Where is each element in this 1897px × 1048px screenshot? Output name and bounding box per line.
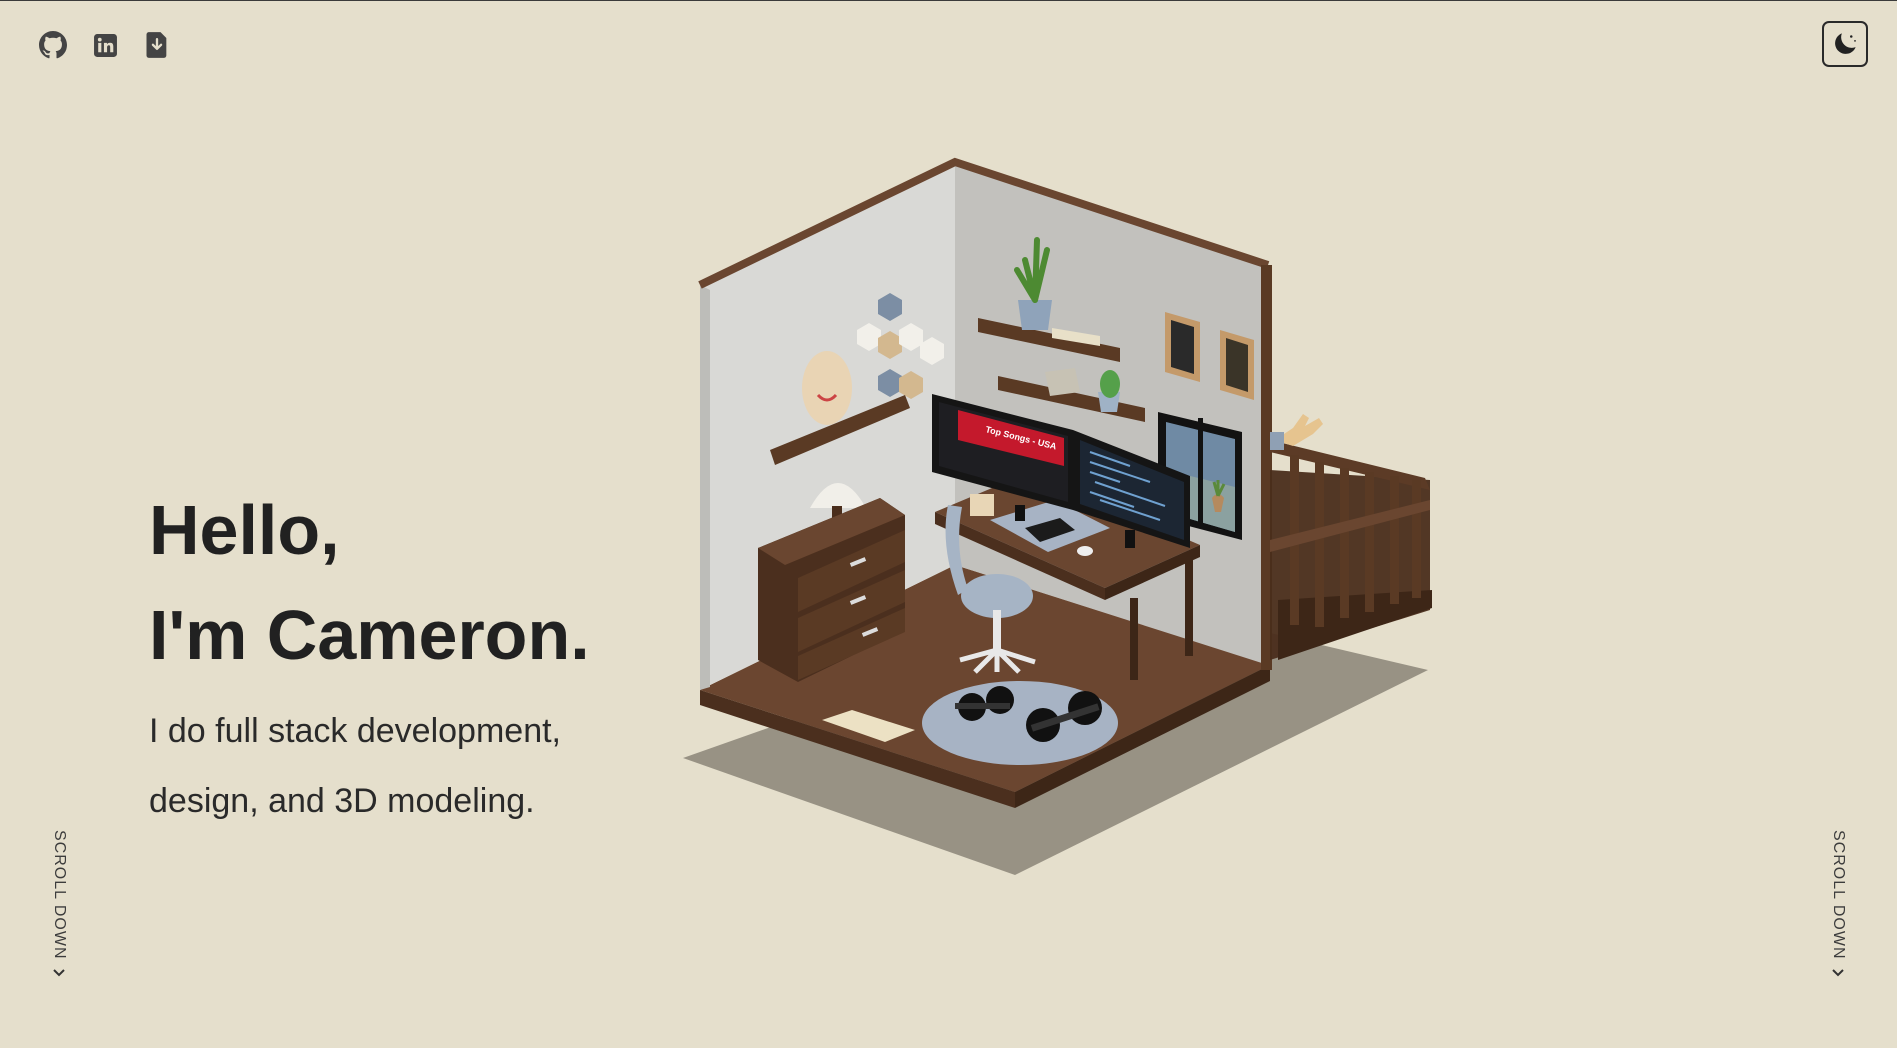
github-icon — [39, 31, 67, 59]
hero-name: I'm Cameron. — [149, 596, 590, 674]
chevron-down-icon — [1832, 968, 1844, 976]
scroll-down-label-left: SCROLL DOWN — [51, 830, 68, 960]
linkedin-link[interactable] — [90, 30, 120, 60]
hero-greeting: Hello, — [149, 491, 340, 569]
hero-tagline-2: design, and 3D modeling. — [149, 782, 535, 820]
scroll-down-label-right: SCROLL DOWN — [1830, 830, 1847, 960]
social-links — [38, 30, 172, 60]
scroll-down-right[interactable]: SCROLL DOWN — [1826, 830, 1850, 978]
document-download-icon — [146, 32, 167, 58]
hero-tagline-1: I do full stack development, — [149, 712, 562, 750]
theme-toggle-button[interactable] — [1822, 21, 1868, 67]
github-link[interactable] — [38, 30, 68, 60]
room-3d-scene[interactable]: Top Songs - USA — [680, 150, 1450, 880]
hero-section: Hello, I'm Cameron. I do full stack deve… — [149, 478, 590, 836]
top-border — [0, 0, 1897, 1]
balcony-railing — [1270, 440, 1432, 660]
chevron-down-icon — [53, 968, 65, 976]
moon-icon — [1835, 33, 1856, 54]
resume-download-link[interactable] — [142, 30, 172, 60]
donut-wall-art — [802, 351, 852, 425]
arm — [1270, 432, 1284, 450]
wall-left-edge — [700, 285, 710, 690]
scroll-down-left[interactable]: SCROLL DOWN — [47, 830, 71, 978]
linkedin-icon — [93, 33, 117, 57]
